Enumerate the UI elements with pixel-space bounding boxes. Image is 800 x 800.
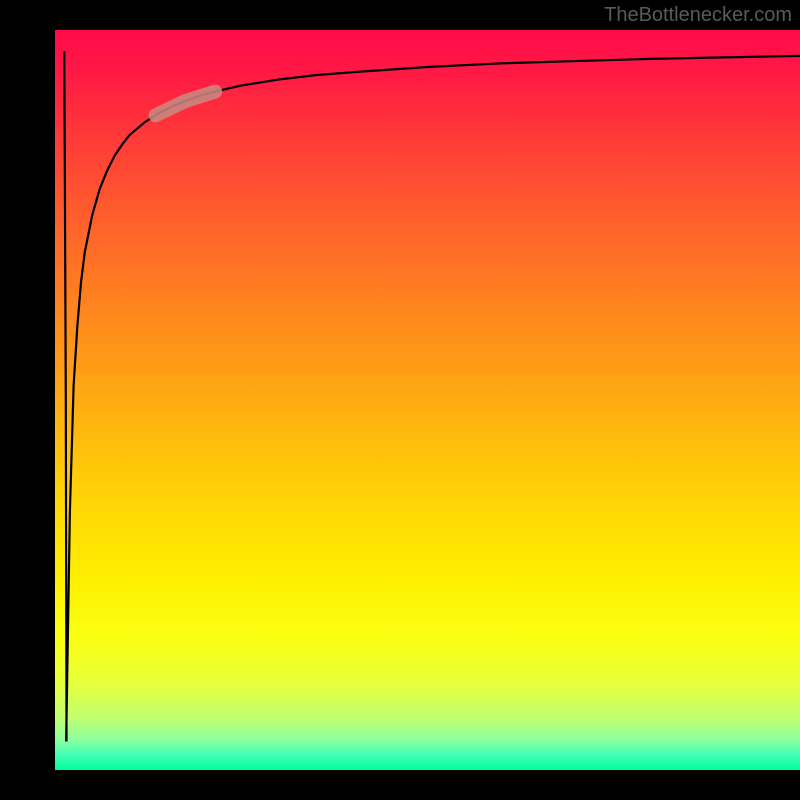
chart-container <box>55 30 800 770</box>
gradient-plot-area <box>55 30 800 770</box>
watermark-text: TheBottlenecker.com <box>604 4 792 27</box>
